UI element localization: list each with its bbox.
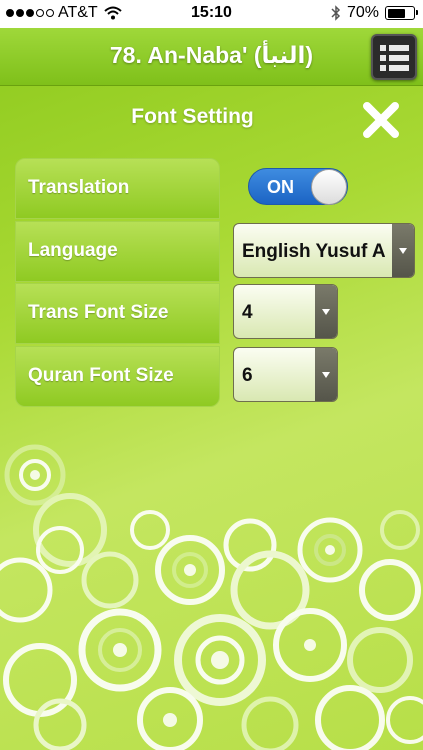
quran-font-size-select[interactable]: 6 bbox=[233, 347, 338, 402]
battery-icon bbox=[385, 6, 418, 20]
language-select[interactable]: English Yusuf A bbox=[233, 223, 415, 278]
toggle-state-label: ON bbox=[267, 177, 294, 197]
quran-font-size-value: 6 bbox=[242, 365, 253, 386]
language-label: Language bbox=[15, 221, 220, 282]
chevron-down-icon bbox=[315, 348, 337, 401]
close-x-icon[interactable] bbox=[361, 100, 401, 140]
battery-group: 70% bbox=[331, 4, 418, 22]
translation-toggle[interactable]: ON bbox=[248, 168, 348, 205]
menu-button[interactable] bbox=[371, 34, 417, 80]
quran-font-size-label: Quran Font Size bbox=[15, 346, 220, 407]
app-screen: AT&T 15:10 70% 78. An-Naba' (النبأ) Font… bbox=[0, 0, 423, 750]
battery-percent: 70% bbox=[346, 4, 379, 21]
language-select-value: English Yusuf A bbox=[242, 241, 386, 262]
chevron-down-icon bbox=[392, 224, 414, 277]
status-bar: AT&T 15:10 70% bbox=[0, 0, 423, 28]
toggle-knob bbox=[311, 169, 347, 205]
translation-label: Translation bbox=[15, 158, 220, 219]
decorative-circles-pattern bbox=[0, 444, 423, 750]
bluetooth-icon bbox=[331, 5, 341, 21]
trans-font-size-select[interactable]: 4 bbox=[233, 284, 338, 339]
title-bar: 78. An-Naba' (النبأ) bbox=[0, 28, 423, 86]
surah-title: 78. An-Naba' (النبأ) bbox=[109, 42, 314, 68]
trans-font-size-value: 4 bbox=[242, 302, 253, 323]
chevron-down-icon bbox=[315, 285, 337, 338]
settings-title: Font Setting bbox=[131, 105, 254, 128]
trans-font-size-label: Trans Font Size bbox=[15, 283, 220, 344]
